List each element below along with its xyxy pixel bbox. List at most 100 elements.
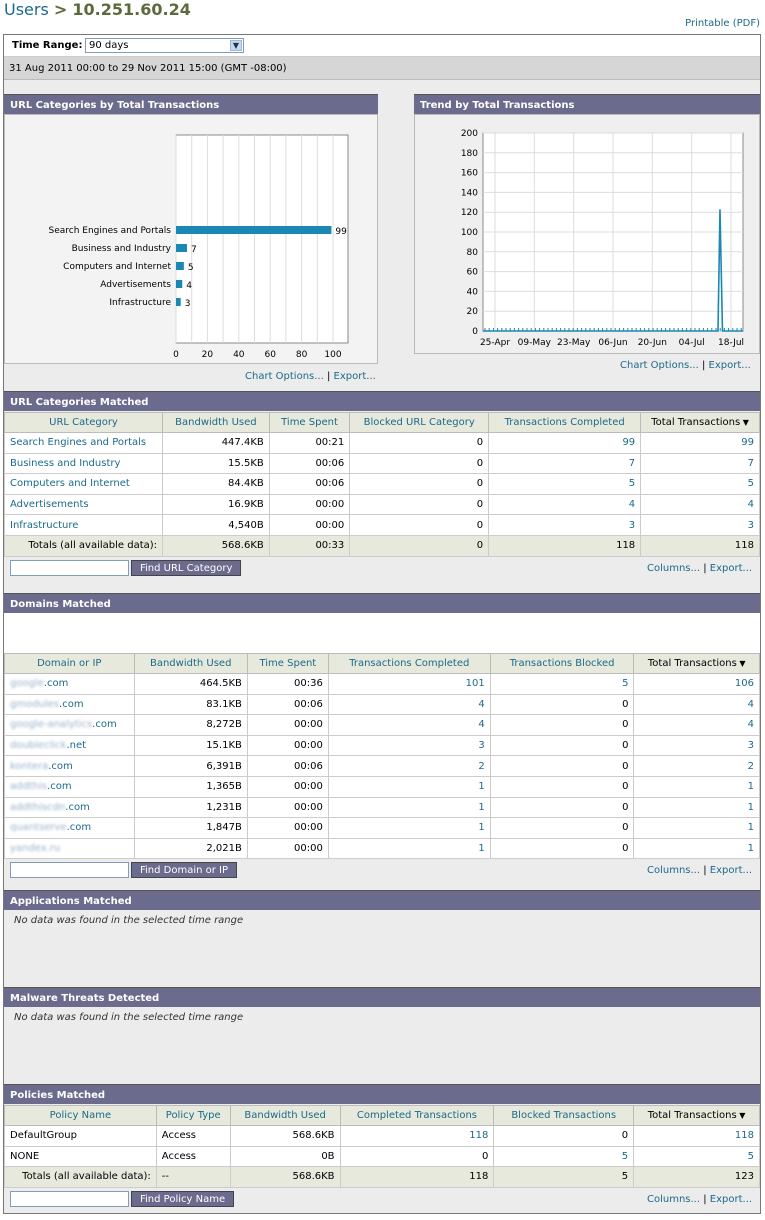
- table-cell-link[interactable]: 4: [478, 699, 484, 710]
- column-header[interactable]: Time Spent: [268, 412, 351, 433]
- printable-pdf-link[interactable]: Printable (PDF): [685, 18, 760, 29]
- export-link[interactable]: Export...: [709, 360, 751, 371]
- sort-desc-icon[interactable]: ▼: [740, 418, 749, 427]
- domain-suffix[interactable]: .com: [44, 678, 69, 689]
- table-cell-link[interactable]: 5: [748, 478, 754, 489]
- find-policy-button[interactable]: Find Policy Name: [131, 1191, 235, 1207]
- column-header[interactable]: Blocked URL Category: [349, 412, 490, 433]
- table-cell: 118: [339, 1125, 495, 1147]
- table-cell-link[interactable]: 7: [748, 458, 754, 469]
- domain-cell[interactable]: google.com: [4, 673, 135, 695]
- domain-suffix[interactable]: .net: [66, 740, 86, 751]
- table-cell: 118: [633, 1125, 760, 1147]
- table-cell-link[interactable]: 101: [466, 678, 485, 689]
- table-cell-link[interactable]: Infrastructure: [10, 520, 78, 531]
- domain-cell[interactable]: doubleclick.net: [4, 734, 135, 757]
- table-cell-link[interactable]: 3: [748, 740, 754, 751]
- table-cell-link[interactable]: 4: [478, 719, 484, 730]
- table-cell-link[interactable]: 5: [748, 1151, 754, 1162]
- table-cell-link[interactable]: 3: [478, 740, 484, 751]
- export-link[interactable]: Export...: [710, 563, 752, 574]
- chart-options-link[interactable]: Chart Options...: [620, 360, 699, 371]
- table-cell-link[interactable]: 5: [622, 1151, 628, 1162]
- table-cell-link[interactable]: 1: [478, 843, 484, 854]
- domain-suffix[interactable]: .com: [92, 719, 117, 730]
- table-cell-link[interactable]: Advertisements: [10, 499, 89, 510]
- table-cell-link[interactable]: 4: [748, 499, 754, 510]
- sort-desc-icon[interactable]: ▼: [737, 659, 745, 668]
- column-header[interactable]: Bandwidth Used: [133, 653, 248, 674]
- table-cell-link[interactable]: 2: [478, 761, 484, 772]
- column-header[interactable]: Total Transactions ▼: [633, 653, 760, 674]
- table-cell-link[interactable]: 1: [748, 822, 754, 833]
- column-header[interactable]: Total Transactions ▼: [633, 1105, 760, 1126]
- chevron-down-icon[interactable]: ▼: [230, 40, 242, 51]
- columns-link[interactable]: Columns...: [647, 865, 700, 876]
- url-category-search-input[interactable]: [10, 560, 129, 576]
- table-cell-link[interactable]: 3: [748, 520, 754, 531]
- column-header[interactable]: Total Transactions ▼: [640, 412, 760, 433]
- table-cell-link[interactable]: Computers and Internet: [10, 478, 130, 489]
- find-domain-button[interactable]: Find Domain or IP: [131, 862, 238, 878]
- table-cell-link[interactable]: 5: [629, 478, 635, 489]
- columns-link[interactable]: Columns...: [647, 563, 700, 574]
- table-cell-link[interactable]: 5: [622, 678, 628, 689]
- chart-options-link[interactable]: Chart Options...: [245, 371, 324, 382]
- table-cell-link[interactable]: 2: [748, 761, 754, 772]
- table-cell-link[interactable]: 118: [469, 1130, 488, 1141]
- domain-suffix[interactable]: .com: [67, 822, 92, 833]
- export-link[interactable]: Export...: [334, 371, 376, 382]
- domain-cell[interactable]: kontera.com: [4, 755, 135, 777]
- columns-link[interactable]: Columns...: [647, 1194, 700, 1205]
- table-cell-link[interactable]: 1: [748, 781, 754, 792]
- table-cell-link[interactable]: 4: [748, 699, 754, 710]
- table-cell: 16.9KB: [162, 493, 270, 516]
- domain-cell[interactable]: addthiscdn.com: [4, 796, 135, 819]
- table-cell-link[interactable]: 99: [622, 437, 635, 448]
- table-cell-link[interactable]: 1: [478, 781, 484, 792]
- column-header[interactable]: Completed Transactions: [339, 1105, 495, 1126]
- column-header[interactable]: Transactions Completed: [327, 653, 491, 674]
- domain-cell[interactable]: quantserve.com: [4, 817, 135, 839]
- domain-cell[interactable]: yandex.ru: [4, 837, 135, 860]
- domain-suffix[interactable]: .com: [48, 761, 73, 772]
- export-link[interactable]: Export...: [710, 865, 752, 876]
- domain-suffix[interactable]: .com: [47, 781, 72, 792]
- table-cell-link[interactable]: 1: [478, 822, 484, 833]
- domain-suffix[interactable]: .com: [65, 802, 90, 813]
- domain-cell[interactable]: gmodules.com: [4, 693, 135, 716]
- column-header[interactable]: Transactions Completed: [488, 412, 642, 433]
- table-cell-link[interactable]: 118: [735, 1130, 754, 1141]
- table-cell-link[interactable]: 1: [748, 843, 754, 854]
- breadcrumb-users-link[interactable]: Users: [4, 0, 49, 19]
- column-header[interactable]: Bandwidth Used: [229, 1105, 341, 1126]
- table-cell-link[interactable]: 99: [741, 437, 754, 448]
- column-header[interactable]: Policy Type: [155, 1105, 231, 1126]
- column-header[interactable]: Bandwidth Used: [162, 412, 270, 433]
- sort-desc-icon[interactable]: ▼: [737, 1111, 745, 1120]
- export-link[interactable]: Export...: [710, 1194, 752, 1205]
- column-header[interactable]: Blocked Transactions: [493, 1105, 635, 1126]
- table-cell-link[interactable]: 1: [748, 802, 754, 813]
- table-cell-link[interactable]: 3: [629, 520, 635, 531]
- find-url-category-button[interactable]: Find URL Category: [131, 560, 242, 576]
- column-header[interactable]: URL Category: [3, 412, 164, 433]
- column-header[interactable]: Time Spent: [246, 653, 329, 674]
- domain-suffix[interactable]: .com: [59, 699, 84, 710]
- domain-cell[interactable]: addthis.com: [4, 775, 135, 798]
- policy-search-input[interactable]: [10, 1191, 129, 1207]
- column-header[interactable]: Domain or IP: [4, 653, 135, 674]
- table-cell-link[interactable]: 1: [478, 802, 484, 813]
- table-cell-link[interactable]: Search Engines and Portals: [10, 437, 146, 448]
- table-cell-link[interactable]: 4: [629, 499, 635, 510]
- table-cell-link[interactable]: 7: [629, 458, 635, 469]
- table-cell-link[interactable]: 106: [735, 678, 754, 689]
- domain-table-links: Columns... | Export...: [647, 865, 753, 876]
- table-cell-link[interactable]: Business and Industry: [10, 458, 120, 469]
- table-cell-link[interactable]: 4: [748, 719, 754, 730]
- domain-cell[interactable]: google-analytics.com: [4, 714, 135, 736]
- time-range-select[interactable]: 90 days ▼: [85, 38, 244, 53]
- domain-search-input[interactable]: [10, 862, 129, 878]
- column-header[interactable]: Transactions Blocked: [489, 653, 635, 674]
- column-header[interactable]: Policy Name: [4, 1105, 157, 1126]
